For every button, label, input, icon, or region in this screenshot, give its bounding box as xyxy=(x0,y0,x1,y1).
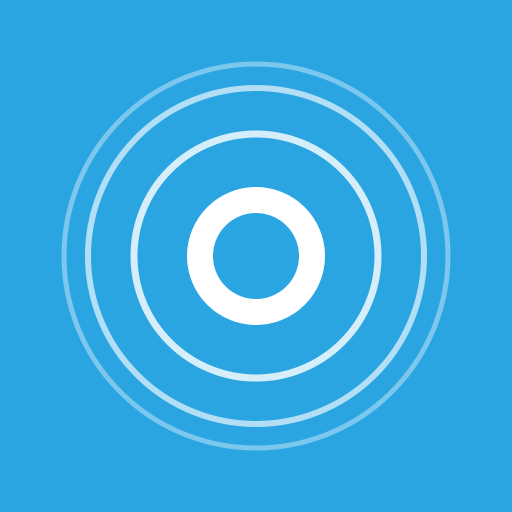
broadcast-rings-icon xyxy=(0,0,512,512)
icon-background xyxy=(0,0,512,512)
app-icon xyxy=(0,0,512,512)
